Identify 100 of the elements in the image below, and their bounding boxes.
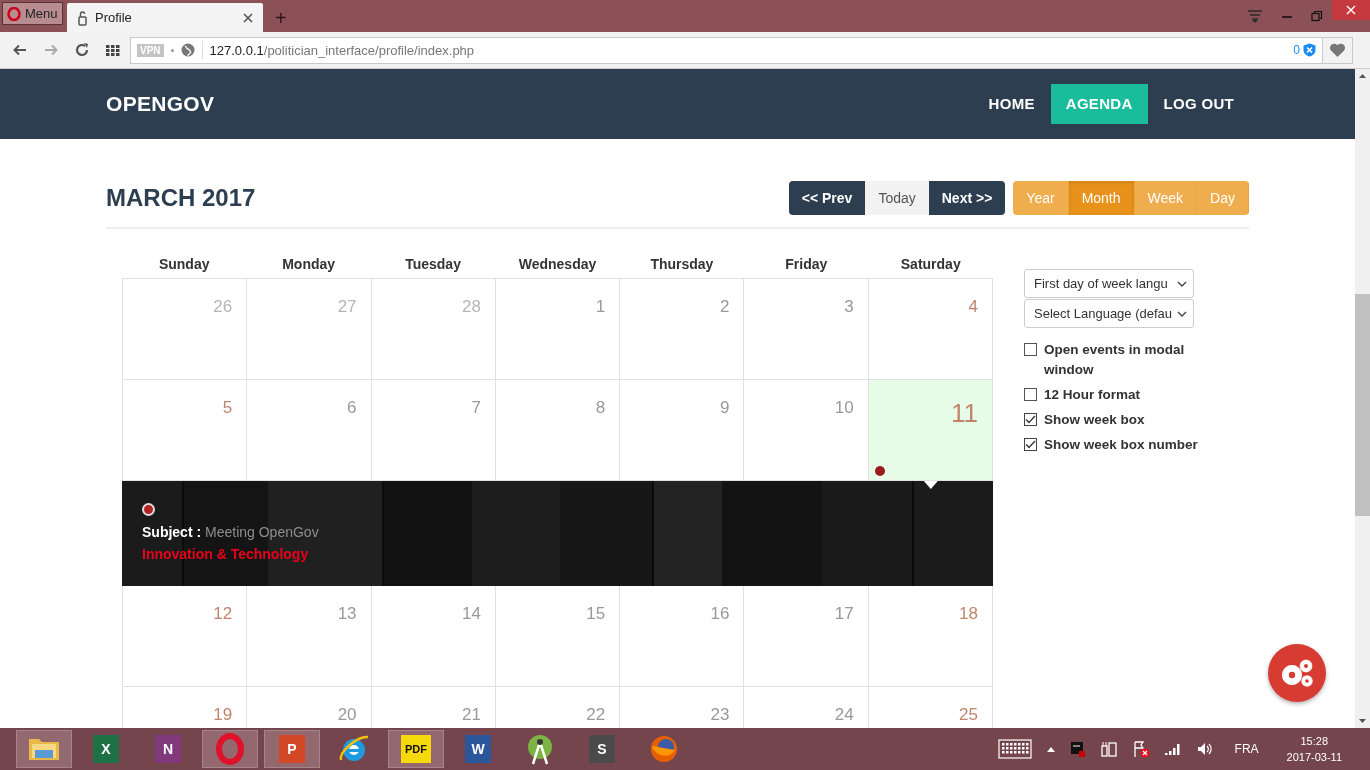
clock-time[interactable]: 15:28 (1300, 733, 1329, 749)
volume-icon[interactable] (1195, 741, 1214, 757)
day-number: 19 (213, 705, 233, 724)
close-button[interactable] (1332, 0, 1370, 20)
checkbox[interactable] (1024, 438, 1037, 451)
brand-logo[interactable]: OPENGOV (106, 92, 215, 116)
taskbar-app[interactable]: N (140, 730, 196, 768)
taskbar-app[interactable]: S (574, 730, 630, 768)
speed-dial-icon[interactable] (105, 43, 121, 57)
day-cell[interactable]: 15 (495, 586, 621, 687)
day-number: 23 (710, 705, 730, 724)
shield-icon[interactable] (1303, 43, 1316, 57)
day-number: 28 (461, 297, 481, 316)
taskbar-app[interactable]: X (78, 730, 134, 768)
checkbox[interactable] (1024, 388, 1037, 401)
reload-icon[interactable] (74, 42, 90, 58)
address-field[interactable]: VPN 127.0.0.1/politician_interface/profile/index.php 0 (130, 36, 1323, 64)
day-number: 21 (461, 705, 481, 724)
event-subject[interactable]: Subject : Meeting OpenGov (142, 524, 973, 540)
event-category[interactable]: Innovation & Technology (142, 546, 973, 562)
day-cell[interactable]: 18 (868, 586, 993, 687)
today-cell[interactable]: 11 (868, 380, 993, 481)
day-cell[interactable]: 3 (744, 279, 869, 380)
taskbar-app[interactable]: PDF (388, 730, 444, 768)
view-button[interactable]: Year (1013, 181, 1069, 215)
view-button[interactable]: Month (1068, 181, 1135, 215)
bookmark-button[interactable] (1323, 36, 1353, 64)
checkbox-label: Show week box (1044, 411, 1145, 429)
day-cell[interactable]: 17 (744, 586, 869, 687)
weekday-label: Saturday (899, 255, 962, 274)
flag-icon[interactable] (1131, 740, 1150, 758)
weekday-label: Friday (784, 255, 829, 274)
checkbox-label: 12 Hour format (1044, 386, 1141, 404)
new-tab-button[interactable]: + (269, 7, 293, 29)
day-number: 1 (595, 297, 606, 316)
nav-link[interactable]: HOME (973, 84, 1050, 124)
event-dot[interactable] (874, 466, 885, 476)
day-number: 16 (710, 604, 730, 623)
day-cell[interactable]: 2 (620, 279, 745, 380)
page-icon (77, 9, 87, 26)
keyboard-icon[interactable] (997, 739, 1032, 759)
scrollbar[interactable] (1355, 69, 1370, 728)
language-indicator[interactable]: FRA (1234, 742, 1259, 756)
pdf-icon: PDF (401, 735, 431, 763)
signal-icon[interactable] (1163, 742, 1182, 756)
day-cell[interactable]: 27 (247, 279, 372, 380)
chevron-down-icon (1177, 310, 1187, 317)
browser-logo-icon (7, 6, 21, 21)
taskbar-app[interactable] (16, 730, 72, 768)
blocked-count: 0 (1293, 43, 1300, 57)
day-cell[interactable]: 14 (371, 586, 496, 687)
back-icon[interactable] (12, 42, 28, 58)
show-hidden-icon[interactable] (1045, 745, 1056, 753)
day-number: 12 (213, 604, 233, 623)
menu-button[interactable]: Menu (2, 2, 63, 25)
day-number: 9 (719, 398, 730, 417)
app-tray-icon[interactable] (1069, 741, 1086, 757)
restore-icon[interactable] (1311, 10, 1323, 22)
sublime-icon: S (589, 735, 615, 763)
nav-button[interactable]: Next >> (928, 181, 1006, 215)
day-cell[interactable]: 1 (495, 279, 621, 380)
nav-link[interactable]: LOG OUT (1148, 84, 1249, 124)
day-cell[interactable]: 26 (122, 279, 248, 380)
clock-date[interactable]: 2017-03-11 (1286, 749, 1342, 765)
browser-tab[interactable]: Profile (67, 3, 263, 32)
heart-icon (1329, 42, 1346, 58)
close-tab-icon[interactable] (243, 12, 253, 23)
day-number: 2 (719, 297, 730, 316)
select-dropdown[interactable]: Select Language (defau (1024, 299, 1194, 328)
day-number: 25 (959, 705, 978, 724)
checkbox[interactable] (1024, 343, 1037, 356)
select-dropdown[interactable]: First day of week langu (1024, 269, 1194, 298)
globe-icon[interactable] (180, 43, 195, 57)
close-icon (1346, 5, 1356, 15)
nav-button[interactable]: << Prev (788, 181, 866, 215)
nav-button[interactable]: Today (865, 181, 929, 215)
day-number: 8 (595, 398, 606, 417)
vpn-badge[interactable]: VPN (137, 43, 164, 57)
day-number: 14 (461, 604, 481, 623)
day-cell[interactable]: 13 (247, 586, 372, 687)
onenote-icon: N (155, 735, 181, 763)
view-button[interactable]: Week (1134, 181, 1198, 215)
weekday-label: Sunday (157, 255, 211, 274)
day-number: 18 (959, 604, 978, 623)
day-number: 24 (834, 705, 854, 724)
nav-link[interactable]: AGENDA (1050, 84, 1148, 124)
day-cell[interactable]: 28 (371, 279, 496, 380)
url-text: 127.0.0.1/politician_interface/profile/index.php (209, 42, 475, 58)
day-cell[interactable]: 12 (122, 586, 248, 687)
battery-icon[interactable] (1099, 740, 1118, 758)
settings-button[interactable] (1268, 644, 1326, 702)
checkbox-label: Show week box number (1044, 436, 1198, 454)
event-dot[interactable] (142, 503, 155, 516)
view-button[interactable]: Day (1197, 181, 1249, 215)
day-cell[interactable]: 16 (620, 586, 745, 687)
day-number: 5 (222, 398, 233, 417)
checkbox[interactable] (1024, 413, 1037, 426)
powerpoint-icon: P (279, 735, 305, 763)
taskbar-app[interactable]: W (450, 730, 506, 768)
taskbar-app[interactable]: P (264, 730, 320, 768)
